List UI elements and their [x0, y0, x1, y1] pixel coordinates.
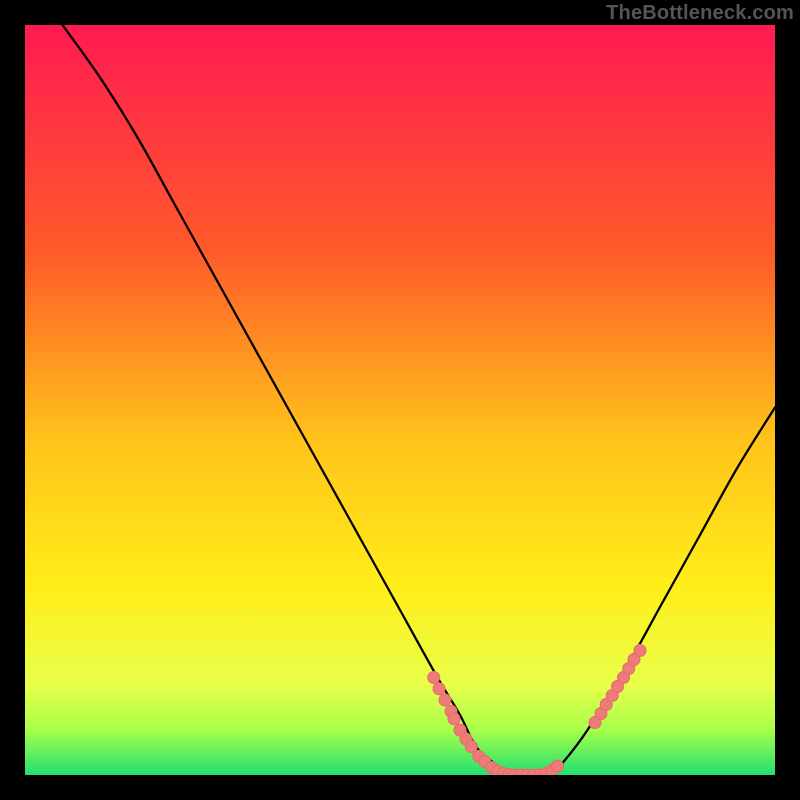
bottleneck-curve — [63, 25, 776, 775]
data-marker — [448, 713, 460, 725]
marker-layer — [428, 645, 646, 776]
data-marker — [634, 645, 646, 657]
plot-area — [25, 25, 775, 775]
chart-svg — [25, 25, 775, 775]
chart-frame: TheBottleneck.com — [0, 0, 800, 800]
curve-layer — [63, 25, 776, 775]
attribution-watermark: TheBottleneck.com — [606, 2, 794, 25]
data-marker — [439, 694, 451, 706]
data-marker — [433, 683, 445, 695]
data-marker — [428, 672, 440, 684]
data-marker — [552, 760, 564, 772]
